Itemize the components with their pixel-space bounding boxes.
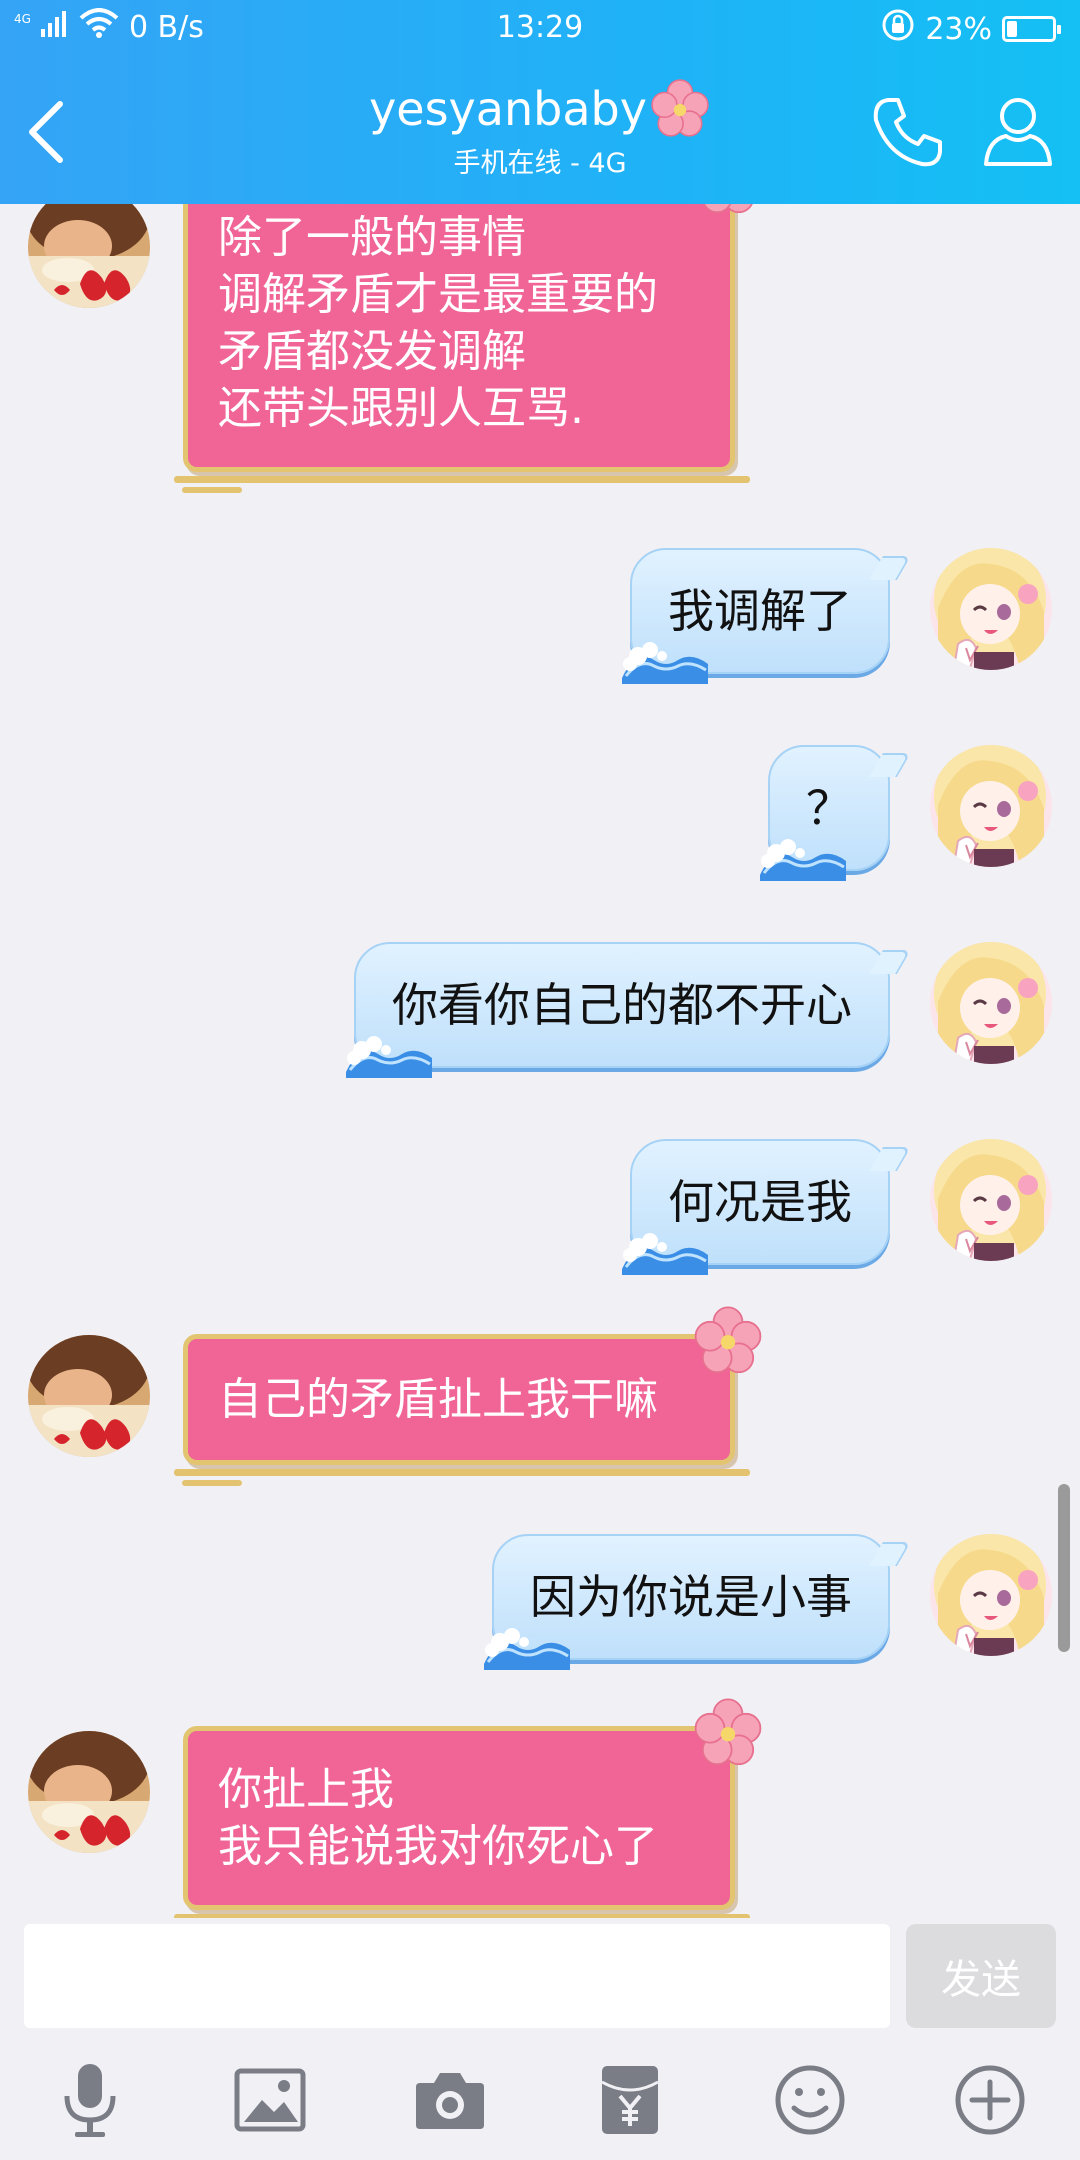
avatar[interactable]: [930, 1534, 1052, 1656]
rotation-lock-icon: [881, 8, 915, 50]
more-button[interactable]: [940, 2050, 1040, 2150]
message-text: 你扯上我 我只能说我对你死心了: [218, 1764, 658, 1872]
message-bubble[interactable]: 你看你自己的都不开心: [354, 942, 890, 1068]
message-text: 我调解了: [668, 584, 852, 638]
message-text: 你看你自己的都不开心: [392, 978, 852, 1032]
profile-button[interactable]: [976, 88, 1060, 172]
camera-button[interactable]: [400, 2050, 500, 2150]
message-bubble[interactable]: 何况是我: [630, 1139, 890, 1265]
emoji-icon: [775, 2065, 845, 2135]
message-bubble[interactable]: ？: [768, 745, 890, 871]
message-text: ？: [806, 781, 852, 835]
clock-time: 13:29: [496, 10, 584, 45]
battery-icon: [1002, 16, 1061, 42]
avatar[interactable]: [28, 204, 150, 308]
flower-icon: [692, 1305, 764, 1377]
message-bubble[interactable]: 你扯上我 我只能说我对你死心了: [174, 1726, 735, 1918]
voice-button[interactable]: [40, 2050, 140, 2150]
status-bar: 4G 0 B/s 13:29 23%: [0, 0, 1080, 56]
chat-header: 4G 0 B/s 13:29 23% yesyanbaby 手机在线 - 4G: [0, 0, 1080, 204]
flower-icon: [692, 204, 764, 217]
send-button[interactable]: 发送: [906, 1924, 1056, 2028]
wave-decoration-icon: [620, 1225, 710, 1275]
camera-icon: [416, 2073, 484, 2129]
scrollbar[interactable]: [1058, 1484, 1070, 1652]
photo-button[interactable]: [220, 2050, 320, 2150]
wave-decoration-icon: [620, 634, 710, 684]
wave-decoration-icon: [758, 831, 848, 881]
message-bubble[interactable]: 自己的矛盾扯上我干嘛: [174, 1334, 735, 1486]
message-text: 何况是我: [668, 1175, 852, 1229]
emoji-button[interactable]: [760, 2050, 860, 2150]
avatar[interactable]: [930, 1139, 1052, 1261]
battery-level: [1007, 21, 1017, 37]
composer-toolbar: [0, 2050, 1080, 2150]
red-packet-button[interactable]: [580, 2050, 680, 2150]
call-button[interactable]: [866, 90, 950, 174]
message-text: 自己的矛盾扯上我干嘛: [218, 1374, 658, 1425]
avatar[interactable]: [28, 1731, 150, 1853]
image-icon: [234, 2068, 306, 2132]
message-list[interactable]: 除了一般的事情 调解矛盾才是最重要的 矛盾都没发调解 还带头跟别人互骂. 我调解…: [0, 204, 1080, 1918]
message-input[interactable]: [24, 1924, 890, 2028]
message-text: 因为你说是小事: [530, 1570, 852, 1624]
flower-icon: [649, 78, 711, 140]
wave-decoration-icon: [482, 1620, 572, 1670]
message-text: 除了一般的事情 调解矛盾才是最重要的 矛盾都没发调解 还带头跟别人互骂.: [218, 212, 658, 434]
avatar[interactable]: [28, 1335, 150, 1457]
avatar[interactable]: [930, 942, 1052, 1064]
phone-icon: [873, 98, 942, 167]
chat-title: yesyanbaby: [369, 82, 647, 136]
wave-decoration-icon: [344, 1028, 434, 1078]
avatar[interactable]: [930, 745, 1052, 867]
message-bubble[interactable]: 除了一般的事情 调解矛盾才是最重要的 矛盾都没发调解 还带头跟别人互骂.: [174, 204, 735, 493]
message-bubble[interactable]: 我调解了: [630, 548, 890, 674]
plus-icon: [955, 2065, 1025, 2135]
composer: 发送: [0, 1918, 1080, 2160]
red-packet-icon: [601, 2066, 659, 2134]
avatar[interactable]: [930, 548, 1052, 670]
person-icon: [984, 98, 1052, 166]
message-bubble[interactable]: 因为你说是小事: [492, 1534, 890, 1660]
battery-percent: 23%: [925, 11, 992, 47]
microphone-icon: [64, 2064, 116, 2137]
flower-icon: [692, 1697, 764, 1769]
